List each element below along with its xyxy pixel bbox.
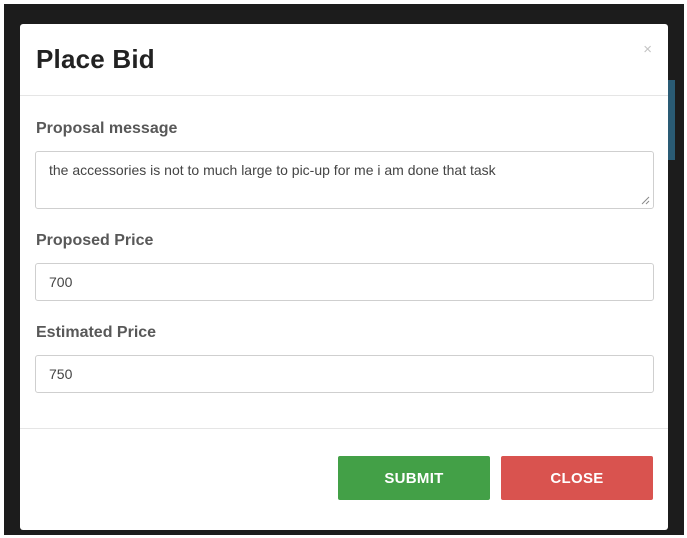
close-button[interactable]: CLOSE [501,456,653,500]
resize-grip-icon[interactable] [640,195,650,205]
proposal-message-textarea[interactable]: the accessories is not to much large to … [35,151,654,209]
footer-divider [20,428,668,429]
modal-title: Place Bid [36,44,155,74]
background-page-strip [667,80,675,160]
proposal-message-label: Proposal message [36,120,178,137]
place-bid-modal: Place Bid × Proposal message the accesso… [20,24,668,530]
close-icon[interactable]: × [643,42,652,57]
estimated-price-label: Estimated Price [36,324,157,341]
proposed-price-label: Proposed Price [36,232,154,249]
estimated-price-input[interactable] [35,355,654,393]
modal-header: Place Bid × [20,24,668,96]
submit-button[interactable]: SUBMIT [338,456,490,500]
proposed-price-input[interactable] [35,263,654,301]
